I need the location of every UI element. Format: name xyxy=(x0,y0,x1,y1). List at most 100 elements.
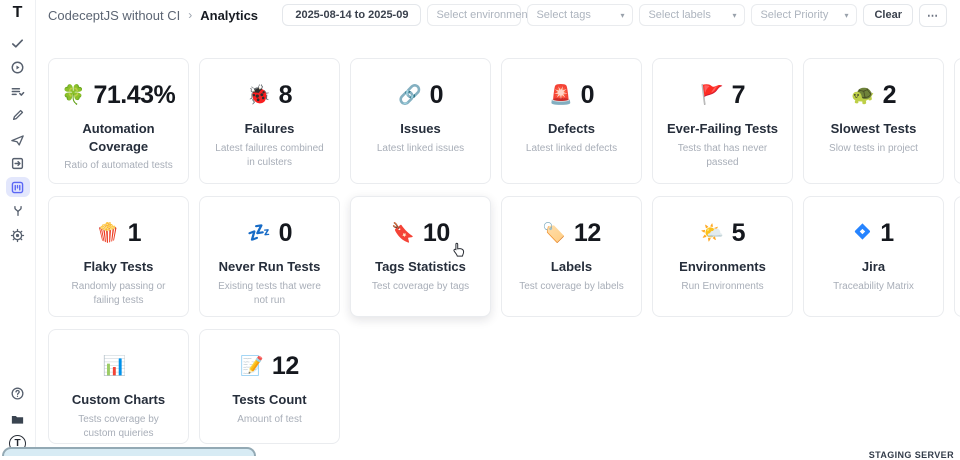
link-icon: 🔗 xyxy=(398,86,422,105)
stat-value: 12 xyxy=(574,221,601,246)
card-title: Labels xyxy=(508,258,635,276)
red-flag-icon: 🚩 xyxy=(700,86,724,105)
lady-beetle-icon: 🐞 xyxy=(247,86,271,105)
card-subtitle: Slow tests in project xyxy=(810,142,937,157)
widgets-row-3: 📊 Custom Charts Tests coverage by custom… xyxy=(48,329,960,444)
card-title: Environments xyxy=(659,258,786,276)
sidebar-item-help[interactable] xyxy=(6,383,30,403)
app-logo[interactable]: T xyxy=(13,5,23,21)
card-title: Ever-Failing Tests xyxy=(659,120,786,138)
card-tags-statistics[interactable]: 🔖10 Tags Statistics Test coverage by tag… xyxy=(350,196,491,317)
sidebar-item-runs[interactable] xyxy=(6,57,30,77)
box-arrow-icon xyxy=(10,156,25,171)
widgets-row-1: 🍀 71.43% Automation Coverage Ratio of aut… xyxy=(48,58,960,184)
card-subtitle: Latest failures combined in culsters xyxy=(206,142,333,171)
clear-filters-button[interactable]: Clear xyxy=(863,4,913,26)
stat-value: 0 xyxy=(581,83,594,108)
sidebar: T xyxy=(0,0,36,456)
card-subtitle: Tests that has never passed xyxy=(659,142,786,171)
staging-server-label: STAGING SERVER xyxy=(869,450,954,460)
stat-value: 1 xyxy=(880,221,893,246)
card-issues[interactable]: 🔗0 Issues Latest linked issues xyxy=(350,58,491,184)
sidebar-item-tests[interactable] xyxy=(6,33,30,53)
card-subtitle: Existing tests that were not run xyxy=(206,280,333,309)
card-subtitle: Ratio of automated tests xyxy=(55,159,182,174)
zzz-icon: 💤 xyxy=(247,224,271,243)
card-automation-coverage[interactable]: 🍀 71.43% Automation Coverage Ratio of aut… xyxy=(48,58,189,184)
breadcrumb: CodeceptJS without CI › Analytics xyxy=(48,8,258,23)
breadcrumb-project[interactable]: CodeceptJS without CI xyxy=(48,8,180,23)
jira-logo-icon xyxy=(853,222,872,245)
sidebar-item-editor[interactable] xyxy=(6,105,30,125)
card-failures[interactable]: 🐞8 Failures Latest failures combined in … xyxy=(199,58,340,184)
stat-value: 2 xyxy=(883,83,896,108)
question-circle-icon xyxy=(10,386,25,401)
stat-value: 71.43% xyxy=(93,83,175,108)
card-clipped-stub xyxy=(954,196,960,317)
tags-select[interactable]: Select tags ▾ xyxy=(527,4,633,26)
card-subtitle: Run Environments xyxy=(659,280,786,295)
siren-icon: 🚨 xyxy=(549,86,573,105)
card-jira[interactable]: 1 Jira Traceability Matrix xyxy=(803,196,944,317)
notification-toast[interactable] xyxy=(2,447,256,456)
sidebar-item-docs[interactable] xyxy=(6,409,30,429)
clover-icon: 🍀 xyxy=(62,86,86,105)
labels-select[interactable]: Select labels ▾ xyxy=(639,4,745,26)
list-check-icon xyxy=(10,84,25,99)
main-content: CodeceptJS without CI › Analytics 2025-0… xyxy=(36,0,960,456)
topbar: CodeceptJS without CI › Analytics 2025-0… xyxy=(48,0,960,30)
card-title: Never Run Tests xyxy=(206,258,333,276)
filter-controls: 2025-08-14 to 2025-09 Select environment… xyxy=(282,4,947,27)
card-subtitle: Randomly passing or failing tests xyxy=(55,280,182,309)
chevron-down-icon: ▾ xyxy=(620,11,624,20)
date-range-button[interactable]: 2025-08-14 to 2025-09 xyxy=(282,4,421,26)
card-labels[interactable]: 🏷️12 Labels Test coverage by labels xyxy=(501,196,642,317)
card-title: Automation Coverage xyxy=(55,120,182,155)
card-subtitle: Latest linked issues xyxy=(357,142,484,157)
sidebar-item-analytics[interactable] xyxy=(6,177,30,197)
pencil-icon xyxy=(11,108,25,122)
card-never-run-tests[interactable]: 💤 0 Never Run Tests Existing tests that w… xyxy=(199,196,340,317)
sidebar-nav xyxy=(6,33,30,245)
plane-icon xyxy=(10,132,25,147)
card-subtitle: Tests coverage by custom quieries xyxy=(55,413,182,442)
card-ever-failing-tests[interactable]: 🚩7 Ever-Failing Tests Tests that has nev… xyxy=(652,58,793,184)
more-options-button[interactable]: ⋯ xyxy=(919,4,947,27)
stat-value: 8 xyxy=(279,83,292,108)
card-title: Defects xyxy=(508,120,635,138)
tags-select-placeholder: Select tags xyxy=(536,9,590,21)
app-window: T xyxy=(0,0,960,456)
play-circle-icon xyxy=(10,60,25,75)
environment-select-placeholder: Select environment xyxy=(436,9,530,21)
card-title: Custom Charts xyxy=(55,391,182,409)
card-subtitle: Latest linked defects xyxy=(508,142,635,157)
memo-icon: 📝 xyxy=(240,357,264,376)
stat-value: 0 xyxy=(279,221,292,246)
page-title: Analytics xyxy=(200,8,258,23)
card-flaky-tests[interactable]: 🍿1 Flaky Tests Randomly passing or faili… xyxy=(48,196,189,317)
card-tests-count[interactable]: 📝12 Tests Count Amount of test xyxy=(199,329,340,444)
sidebar-item-plans[interactable] xyxy=(6,81,30,101)
turtle-icon: 🐢 xyxy=(851,86,875,105)
card-subtitle: Test coverage by tags xyxy=(357,280,484,295)
sidebar-item-branches[interactable] xyxy=(6,201,30,221)
sidebar-item-settings[interactable] xyxy=(6,225,30,245)
card-slowest-tests[interactable]: 🐢 2 Slowest Tests Slow tests in project xyxy=(803,58,944,184)
card-title: Tests Count xyxy=(206,391,333,409)
priority-select[interactable]: Select Priority ▾ xyxy=(751,4,857,26)
card-environments[interactable]: 🌤️5 Environments Run Environments xyxy=(652,196,793,317)
bar-chart-icon: 📊 xyxy=(103,357,127,376)
check-icon xyxy=(10,36,25,51)
sidebar-bottom: T xyxy=(6,383,30,452)
card-custom-charts[interactable]: 📊 Custom Charts Tests coverage by custom… xyxy=(48,329,189,444)
chevron-down-icon: ▾ xyxy=(732,11,736,20)
card-title: Slowest Tests xyxy=(810,120,937,138)
card-title: Tags Statistics xyxy=(357,258,484,276)
stat-value: 0 xyxy=(430,83,443,108)
environment-select[interactable]: Select environment ▾ xyxy=(427,4,521,26)
bookmark-icon: 🔖 xyxy=(391,224,415,243)
sidebar-item-pulse[interactable] xyxy=(6,129,30,149)
sidebar-item-import[interactable] xyxy=(6,153,30,173)
chart-board-icon xyxy=(10,180,25,195)
card-defects[interactable]: 🚨 0 Defects Latest linked defects xyxy=(501,58,642,184)
